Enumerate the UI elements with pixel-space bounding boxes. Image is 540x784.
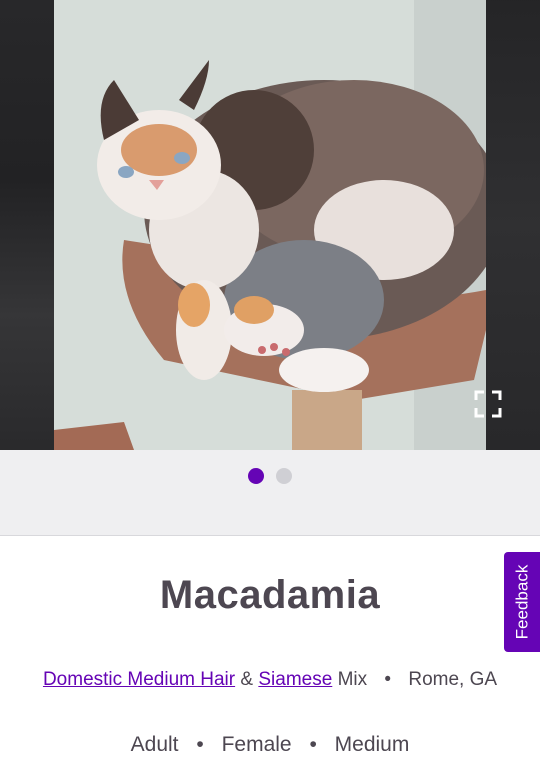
expand-photo-button[interactable] <box>470 386 506 422</box>
next-photo-peek[interactable] <box>486 0 540 450</box>
breed-joiner: & <box>240 669 254 690</box>
breed-location-line: Domestic Medium Hair & Siamese Mix • Rom… <box>0 669 540 691</box>
pet-size: Medium <box>334 733 410 756</box>
pet-name: Macadamia <box>159 573 381 617</box>
separator-dot: • <box>196 733 204 756</box>
attributes-line: Adult • Female • Medium <box>0 733 540 757</box>
separator-dot: • <box>309 733 317 756</box>
carousel-dot-1[interactable] <box>248 468 264 484</box>
breed-suffix: Mix <box>337 669 368 690</box>
expand-icon <box>474 390 502 418</box>
previous-photo-peek[interactable] <box>0 0 54 450</box>
pet-location: Rome, GA <box>408 669 498 690</box>
breed-link-primary[interactable]: Domestic Medium Hair <box>43 669 235 690</box>
pet-age: Adult <box>130 733 179 756</box>
feedback-label: Feedback <box>512 564 532 640</box>
pet-info: Macadamia Domestic Medium Hair & Siamese… <box>0 537 540 784</box>
pet-sex: Female <box>221 733 292 756</box>
carousel-pagination <box>0 450 540 536</box>
carousel-dot-2[interactable] <box>276 468 292 484</box>
photo-carousel[interactable] <box>0 0 540 450</box>
feedback-button[interactable]: Feedback <box>504 552 540 652</box>
breed-link-secondary[interactable]: Siamese <box>258 669 332 690</box>
pet-photo[interactable] <box>54 0 486 450</box>
separator-dot: • <box>384 669 392 690</box>
